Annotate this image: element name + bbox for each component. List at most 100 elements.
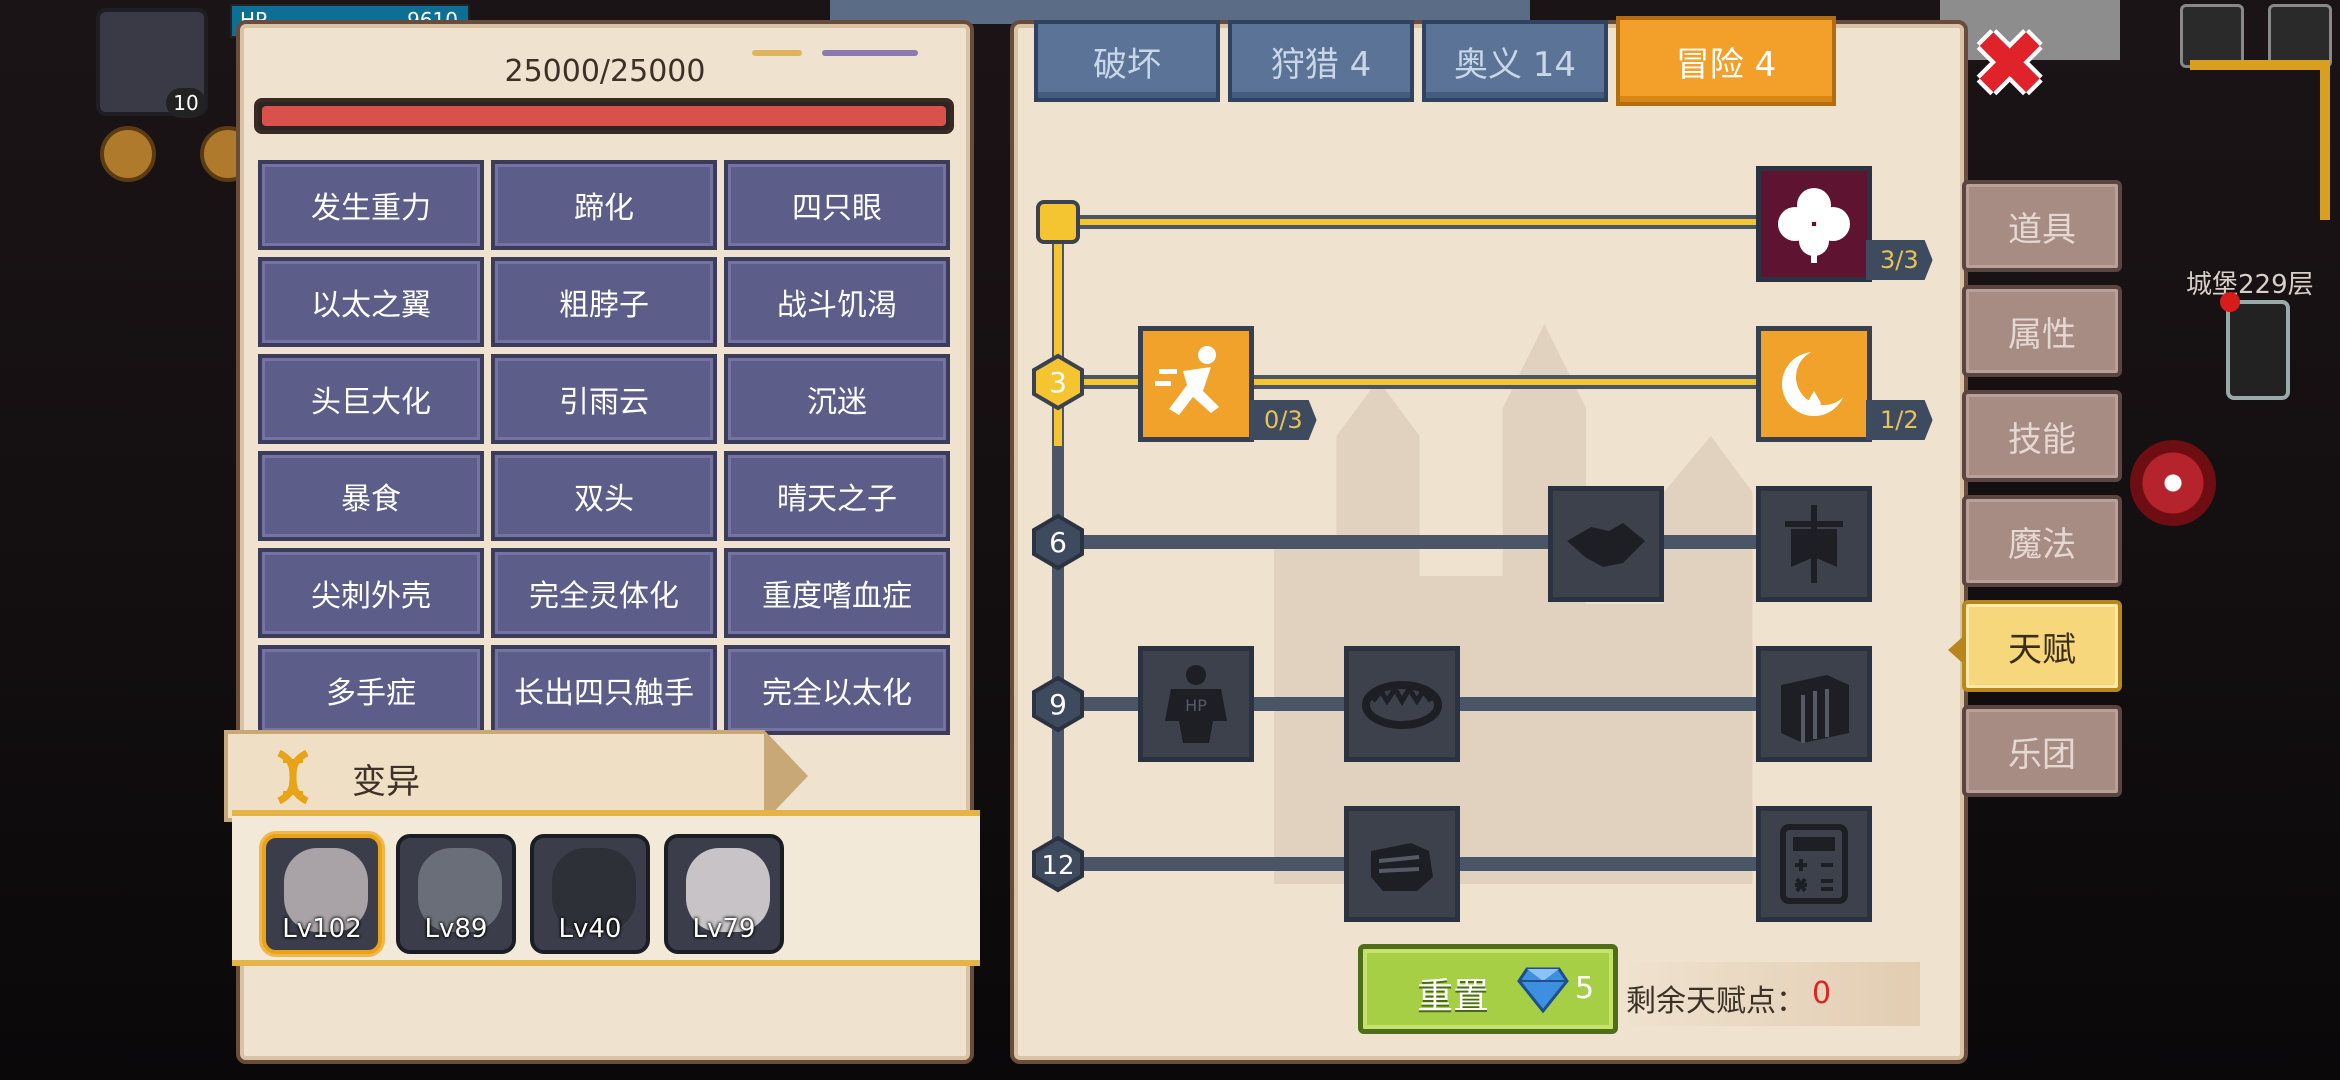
player-level-badge: 10	[166, 88, 206, 118]
side-menu-item[interactable]: 魔法	[1962, 495, 2122, 587]
tab-talent-category[interactable]: 奥义 14	[1422, 20, 1608, 102]
minimap-maze[interactable]	[2190, 60, 2330, 220]
banner-icon[interactable]	[1756, 486, 1872, 602]
talent-tabs: 破坏 狩猎 4 奥义 14 冒险 4	[1034, 16, 1836, 106]
mutation-panel: 25000/25000 发生重力 蹄化 四只眼以太之翼 粗脖子 战斗饥渴头巨大化 引雨云沉…	[224, 20, 980, 1064]
tab-talent-category[interactable]: 狩猎 4	[1228, 20, 1414, 102]
character-level: Lv40	[558, 914, 622, 944]
tier-label-6: 6	[1049, 526, 1067, 559]
tier-label-3: 3	[1049, 366, 1067, 399]
side-menu-label: 天赋	[2008, 629, 2076, 670]
tab-talent-category[interactable]: 冒险 4	[1616, 16, 1836, 106]
notification-dot	[2220, 292, 2240, 312]
mutation-cell[interactable]: 头巨大化	[258, 354, 484, 444]
hp-bar-fill	[262, 106, 946, 126]
player-avatar[interactable]: 10	[96, 8, 208, 118]
diamond-icon	[1517, 967, 1569, 1014]
phone-icon[interactable]	[2220, 292, 2290, 400]
side-menu-label: 魔法	[2008, 524, 2076, 565]
character-level: Lv102	[282, 914, 362, 944]
crescent-icon[interactable]	[1756, 326, 1872, 442]
reset-button-label: 重置	[1417, 976, 1490, 1017]
mutation-cell[interactable]: 完全灵体化	[491, 548, 717, 638]
crate-icon[interactable]	[1756, 646, 1872, 762]
exit-arrow-icon[interactable]	[2268, 4, 2332, 68]
fist-icon[interactable]	[1344, 806, 1460, 922]
mutation-grid: 发生重力 蹄化 四只眼以太之翼 粗脖子 战斗饥渴头巨大化 引雨云 沉迷暴食 双头 晴天之子尖刺外…	[258, 160, 958, 735]
character-level: Lv79	[692, 914, 756, 944]
mutation-cell[interactable]: 沉迷	[724, 354, 950, 444]
mutation-section-title: 变异	[352, 762, 420, 802]
bear-trap-icon[interactable]	[1344, 646, 1460, 762]
mutation-cell[interactable]: 四只眼	[724, 160, 950, 250]
crescent-glyph	[1782, 349, 1852, 416]
mutation-cell[interactable]: 晴天之子	[724, 451, 950, 541]
close-icon[interactable]: ✖	[1972, 20, 2048, 110]
remaining-points-value: 0	[1812, 976, 1832, 1011]
tier-badge: 12	[1032, 835, 1084, 893]
side-menu-item[interactable]: 乐团	[1962, 705, 2122, 797]
hp-text: 25000/25000	[504, 54, 706, 89]
mutation-section-header: 变异	[224, 730, 808, 822]
side-menu-label: 属性	[2008, 314, 2076, 355]
dna-icon	[264, 748, 322, 806]
side-menu-item[interactable]: 道具	[1962, 180, 2122, 272]
character-slot[interactable]: Lv102	[262, 834, 382, 954]
remaining-points-label: 剩余天赋点：	[1626, 984, 1806, 1019]
calculator-icon[interactable]	[1756, 806, 1872, 922]
svg-text:HP: HP	[1185, 696, 1207, 715]
clover-icon[interactable]	[1756, 166, 1872, 282]
dash-glyph	[1155, 346, 1219, 415]
tier-start-node	[1036, 200, 1080, 244]
active-arrow-icon	[1948, 634, 1966, 666]
hp-bar	[254, 98, 954, 134]
floor-label: 城堡229层	[2186, 270, 2314, 300]
mutation-cell[interactable]: 战斗饥渴	[724, 257, 950, 347]
character-level: Lv89	[424, 914, 488, 944]
banner-glyph	[1785, 505, 1843, 583]
dash-icon[interactable]	[1138, 326, 1254, 442]
gear-icon[interactable]	[100, 126, 156, 182]
remaining-points: 剩余天赋点： 0	[1620, 962, 1920, 1026]
node-count: 0/3	[1250, 400, 1317, 440]
reset-button[interactable]: 重置 5	[1358, 944, 1618, 1034]
reset-gem-cost: 5	[1575, 971, 1595, 1006]
character-slot[interactable]: Lv40	[530, 834, 650, 954]
bear-trap-glyph	[1362, 681, 1442, 729]
calculator-glyph	[1780, 824, 1848, 904]
mutation-cell[interactable]: 完全以太化	[724, 645, 950, 735]
character-slot[interactable]: Lv79	[664, 834, 784, 954]
side-menu-label: 乐团	[2008, 734, 2076, 775]
handshake-icon[interactable]	[1548, 486, 1664, 602]
tab-talent-category[interactable]: 破坏	[1034, 20, 1220, 102]
mutation-cell[interactable]: 双头	[491, 451, 717, 541]
tier-badge: 3	[1032, 353, 1084, 411]
mutation-cell[interactable]: 蹄化	[491, 160, 717, 250]
tier-badge: 9	[1032, 675, 1084, 733]
hp-body-glyph: HP	[1165, 665, 1227, 743]
mutation-cell[interactable]: 引雨云	[491, 354, 717, 444]
side-menu-label: 技能	[2008, 419, 2076, 460]
mutation-cell[interactable]: 多手症	[258, 645, 484, 735]
side-menu-label: 道具	[2008, 209, 2076, 250]
hp-body-icon[interactable]: HP	[1138, 646, 1254, 762]
tier-label-12: 12	[1041, 851, 1074, 881]
character-slot[interactable]: Lv89	[396, 834, 516, 954]
mutation-cell[interactable]: 发生重力	[258, 160, 484, 250]
node-count: 1/2	[1866, 400, 1933, 440]
vortex-portal-icon[interactable]	[2130, 440, 2216, 526]
tier-badge: 6	[1032, 513, 1084, 571]
tier-label-9: 9	[1049, 688, 1067, 721]
side-menu-item[interactable]: 属性	[1962, 285, 2122, 377]
mutation-cell[interactable]: 以太之翼	[258, 257, 484, 347]
globe-network-icon[interactable]	[2180, 4, 2244, 68]
character-selector: Lv102 Lv89 Lv40 Lv79	[232, 810, 980, 966]
mutation-cell[interactable]: 尖刺外壳	[258, 548, 484, 638]
fist-glyph	[1371, 843, 1433, 891]
side-menu-item[interactable]: 天赋	[1948, 600, 2122, 692]
mutation-cell[interactable]: 暴食	[258, 451, 484, 541]
side-menu-item[interactable]: 技能	[1962, 390, 2122, 482]
mutation-cell[interactable]: 重度嗜血症	[724, 548, 950, 638]
mutation-cell[interactable]: 长出四只触手	[491, 645, 717, 735]
mutation-cell[interactable]: 粗脖子	[491, 257, 717, 347]
